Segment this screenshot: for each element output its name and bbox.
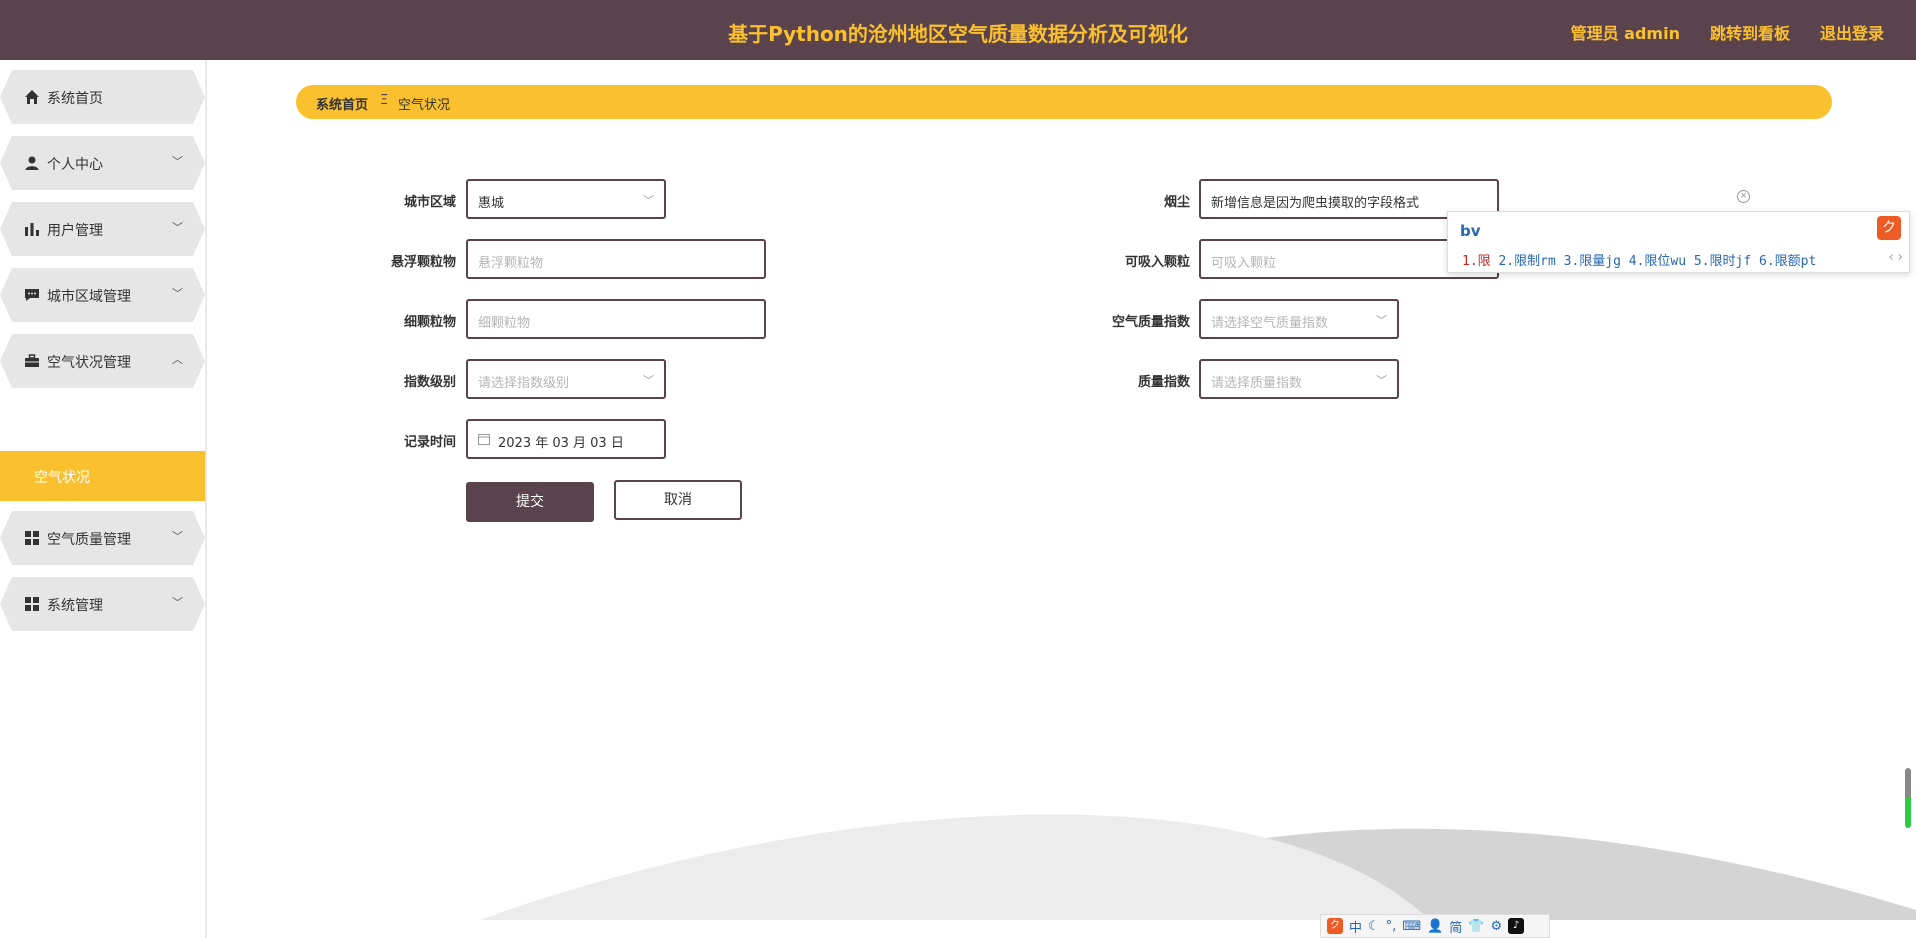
ime-candidate-first[interactable]: 1.限 — [1462, 254, 1491, 269]
tiktok-icon[interactable]: ♪ — [1508, 918, 1525, 934]
chevron-down-icon: ﹀ — [1376, 314, 1387, 327]
header-nav: 管理员 admin 跳转到看板 退出登录 — [1571, 20, 1884, 44]
breadcrumb-home-link[interactable]: 系统首页 — [316, 94, 368, 113]
aqi-select[interactable]: 请选择空气质量指数 ﹀ — [1199, 299, 1399, 339]
chevron-down-icon: ﹀ — [172, 596, 183, 609]
ime-candidate-rest[interactable]: 2.限制rm 3.限量jg 4.限位wu 5.限时jf 6.限额pt — [1491, 254, 1816, 269]
ime-page-arrows-icon[interactable]: ‹ › — [1888, 250, 1903, 265]
city-area-value: 惠城 — [478, 196, 505, 211]
record-time-label: 记录时间 — [403, 435, 456, 450]
sidebar: 系统首页 个人中心 ﹀ 用户管理 ﹀ 城市区域管理 ﹀ 空气状况管理 ︿ 空气状… — [0, 60, 207, 938]
user-icon[interactable]: 👤 — [1427, 919, 1443, 934]
ime-composition: bv — [1460, 222, 1481, 240]
index-level-placeholder: 请选择指数级别 — [478, 376, 570, 391]
chevron-down-icon: ﹀ — [172, 287, 183, 300]
inhalable-particles-label: 可吸入颗粒 — [1124, 255, 1190, 270]
chevron-down-icon: ﹀ — [643, 374, 654, 387]
ime-lang-toggle[interactable]: 中 — [1349, 917, 1362, 936]
quality-index-select[interactable]: 请选择质量指数 ﹀ — [1199, 359, 1399, 399]
moon-icon[interactable]: ☾ — [1368, 919, 1380, 934]
record-time-value: 2023 年 03 月 03 日 — [498, 436, 624, 451]
record-time-datepicker[interactable]: 2023 年 03 月 03 日 — [466, 419, 666, 459]
decorative-hills — [480, 814, 1916, 920]
aqi-placeholder: 请选择空气质量指数 — [1211, 316, 1329, 331]
breadcrumb-current: 空气状况 — [398, 98, 451, 113]
cancel-button[interactable]: 取消 — [614, 480, 742, 520]
index-level-label: 指数级别 — [403, 375, 456, 390]
sidebar-item-city-area[interactable]: 城市区域管理 ﹀ — [0, 268, 205, 322]
clear-icon[interactable]: × — [1737, 190, 1750, 203]
suspended-particles-input[interactable]: 悬浮颗粒物 — [466, 239, 766, 279]
grid-icon — [25, 531, 39, 545]
briefcase-icon — [25, 354, 39, 367]
chevron-down-icon: ﹀ — [172, 221, 183, 234]
suspended-particles-label: 悬浮颗粒物 — [390, 255, 456, 270]
sidebar-item-home[interactable]: 系统首页 — [0, 70, 205, 124]
sidebar-item-label: 个人中心 — [47, 157, 103, 173]
gear-icon[interactable]: ⚙ — [1490, 919, 1502, 934]
dashboard-link[interactable]: 跳转到看板 — [1710, 20, 1790, 44]
chevron-down-icon: ﹀ — [172, 155, 183, 168]
breadcrumb-separator: Ξ — [380, 93, 389, 108]
sidebar-item-profile[interactable]: 个人中心 ﹀ — [0, 136, 205, 190]
fine-particles-placeholder: 细颗粒物 — [478, 316, 531, 331]
sidebar-item-label: 用户管理 — [47, 223, 103, 239]
ime-simplified-toggle[interactable]: 简 — [1449, 917, 1462, 936]
quality-index-placeholder: 请选择质量指数 — [1211, 376, 1303, 391]
ime-toolbar: ク 中 ☾ °, ⌨ 👤 简 👕 ⚙ ♪ — [1320, 914, 1550, 938]
sidebar-item-users[interactable]: 用户管理 ﹀ — [0, 202, 205, 256]
chevron-up-icon: ︿ — [172, 353, 183, 366]
ime-logo-icon: ク — [1877, 216, 1901, 240]
sidebar-item-label: 城市区域管理 — [47, 289, 131, 305]
top-header: 基于Python的沧州地区空气质量数据分析及可视化 管理员 admin 跳转到看… — [0, 0, 1916, 60]
grid-icon — [25, 597, 39, 611]
keyboard-icon[interactable]: ⌨ — [1402, 919, 1421, 934]
sidebar-subitem-air-status[interactable]: 空气状况 — [0, 451, 205, 501]
quality-index-label: 质量指数 — [1137, 375, 1190, 390]
sidebar-subitem-label: 空气状况 — [34, 470, 90, 486]
dust-value: 新增信息是因为爬虫摸取的字段格式 — [1211, 196, 1420, 211]
message-icon — [25, 289, 39, 301]
chevron-down-icon: ﹀ — [643, 194, 654, 207]
sidebar-item-label: 系统首页 — [47, 91, 103, 107]
logout-link[interactable]: 退出登录 — [1820, 20, 1884, 44]
submit-button[interactable]: 提交 — [466, 482, 594, 522]
hill-front — [480, 814, 1430, 920]
punctuation-icon[interactable]: °, — [1386, 919, 1397, 934]
bar-chart-icon — [25, 223, 39, 236]
sidebar-item-label: 空气质量管理 — [47, 532, 131, 548]
dust-label: 烟尘 — [1163, 195, 1190, 210]
suspended-particles-placeholder: 悬浮颗粒物 — [478, 256, 544, 271]
aqi-label: 空气质量指数 — [1111, 315, 1190, 330]
ime-candidates[interactable]: 1.限 2.限制rm 3.限量jg 4.限位wu 5.限时jf 6.限额pt — [1462, 250, 1816, 269]
chevron-down-icon: ﹀ — [1376, 374, 1387, 387]
sidebar-item-label: 系统管理 — [47, 598, 103, 614]
fine-particles-label: 细颗粒物 — [403, 315, 456, 330]
sidebar-item-air-quality[interactable]: 空气质量管理 ﹀ — [0, 511, 205, 565]
city-area-select[interactable]: 惠城 ﹀ — [466, 179, 666, 219]
skin-icon[interactable]: 👕 — [1468, 919, 1484, 934]
admin-user-link[interactable]: 管理员 admin — [1571, 20, 1680, 44]
city-area-label: 城市区域 — [403, 195, 456, 210]
sidebar-item-system[interactable]: 系统管理 ﹀ — [0, 577, 205, 631]
ime-logo-icon[interactable]: ク — [1327, 918, 1343, 934]
sidebar-item-label: 空气状况管理 — [47, 355, 131, 371]
chevron-down-icon: ﹀ — [172, 530, 183, 543]
index-level-select[interactable]: 请选择指数级别 ﹀ — [466, 359, 666, 399]
calendar-icon — [478, 434, 490, 445]
scroll-indicator — [1905, 768, 1911, 828]
sidebar-item-air-status[interactable]: 空气状况管理 ︿ — [0, 334, 205, 388]
user-icon — [25, 156, 39, 170]
home-icon — [25, 90, 39, 104]
fine-particles-input[interactable]: 细颗粒物 — [466, 299, 766, 339]
breadcrumb: 系统首页 Ξ 空气状况 — [296, 85, 1832, 119]
inhalable-particles-placeholder: 可吸入颗粒 — [1211, 256, 1277, 271]
ime-candidate-popup: bv ク 1.限 2.限制rm 3.限量jg 4.限位wu 5.限时jf 6.限… — [1447, 211, 1910, 273]
